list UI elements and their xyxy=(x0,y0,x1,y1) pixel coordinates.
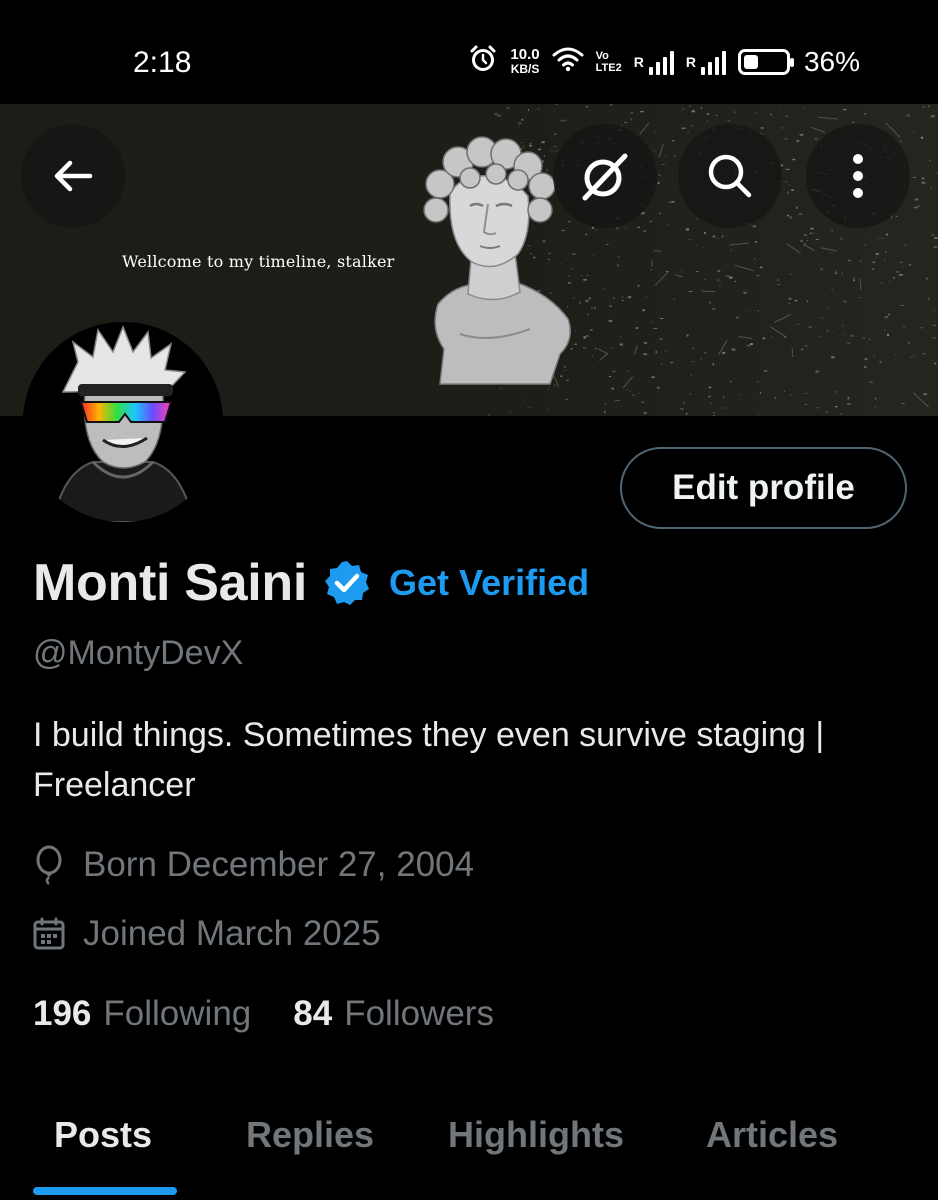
wifi-icon xyxy=(552,46,584,77)
edit-profile-button[interactable]: Edit profile xyxy=(620,447,907,529)
tab-highlights[interactable]: Highlights xyxy=(448,1114,624,1156)
status-time: 2:18 xyxy=(133,46,192,79)
grok-button[interactable] xyxy=(553,124,657,228)
volte-bottom: LTE2 xyxy=(595,61,622,74)
birth-date: Born December 27, 2004 xyxy=(83,845,475,884)
volte-top: Vo xyxy=(595,49,609,62)
grok-icon xyxy=(582,153,628,201)
following-count: 196 xyxy=(33,994,92,1033)
get-verified-link[interactable]: Get Verified xyxy=(389,562,589,604)
verified-badge-icon xyxy=(325,561,370,605)
battery-percent: 36% xyxy=(803,45,860,77)
battery-icon xyxy=(737,48,794,75)
status-bar: 2:18 10.0 KB/S Vo LTE2 R R 36% xyxy=(0,0,938,104)
display-name: Monti Saini xyxy=(33,554,308,612)
active-tab-indicator xyxy=(33,1187,177,1195)
arrow-left-icon xyxy=(54,160,93,192)
name-row: Monti Saini Get Verified xyxy=(33,553,589,613)
tab-replies[interactable]: Replies xyxy=(246,1114,374,1156)
following-label: Following xyxy=(103,994,252,1033)
tab-posts[interactable]: Posts xyxy=(54,1114,152,1156)
balloon-icon xyxy=(36,845,62,885)
profile-handle: @MontyDevX xyxy=(33,634,244,672)
more-options-button[interactable] xyxy=(806,124,910,228)
birth-date-row: Born December 27, 2004 xyxy=(33,845,474,885)
profile-tabs: Posts Replies Highlights Articles xyxy=(0,1100,938,1200)
follow-stats: 196 Following 84 Followers xyxy=(33,994,494,1034)
following-link[interactable]: 196 Following xyxy=(33,994,251,1034)
network-speed-unit: KB/S xyxy=(510,61,540,76)
sim2-roaming-label: R xyxy=(685,53,696,70)
network-speed: 10.0 KB/S xyxy=(510,45,540,76)
back-button[interactable] xyxy=(21,124,125,228)
followers-label: Followers xyxy=(344,994,494,1033)
volte-indicator: Vo LTE2 xyxy=(596,50,622,74)
sim1-roaming-label: R xyxy=(633,53,644,70)
signal-sim1-icon: R xyxy=(634,49,674,75)
join-date-row: Joined March 2025 xyxy=(33,914,381,954)
tab-articles[interactable]: Articles xyxy=(706,1114,838,1156)
search-icon xyxy=(708,154,752,198)
search-button[interactable] xyxy=(678,124,782,228)
status-indicators: 10.0 KB/S Vo LTE2 R R 36% xyxy=(468,44,860,79)
profile-screen: 2:18 10.0 KB/S Vo LTE2 R R 36% Wellcome … xyxy=(0,0,938,1200)
signal-sim2-icon: R xyxy=(686,49,726,75)
profile-bio: I build things. Sometimes they even surv… xyxy=(33,716,825,804)
followers-link[interactable]: 84 Followers xyxy=(293,994,494,1034)
network-speed-value: 10.0 xyxy=(510,45,540,63)
alarm-icon xyxy=(468,44,498,79)
followers-count: 84 xyxy=(293,994,333,1033)
join-date: Joined March 2025 xyxy=(83,914,381,953)
avatar[interactable] xyxy=(23,322,223,522)
banner-caption: Wellcome to my timeline, stalker xyxy=(122,252,395,271)
calendar-icon xyxy=(33,917,65,950)
more-vertical-icon xyxy=(853,154,863,198)
avatar-image xyxy=(23,322,223,522)
